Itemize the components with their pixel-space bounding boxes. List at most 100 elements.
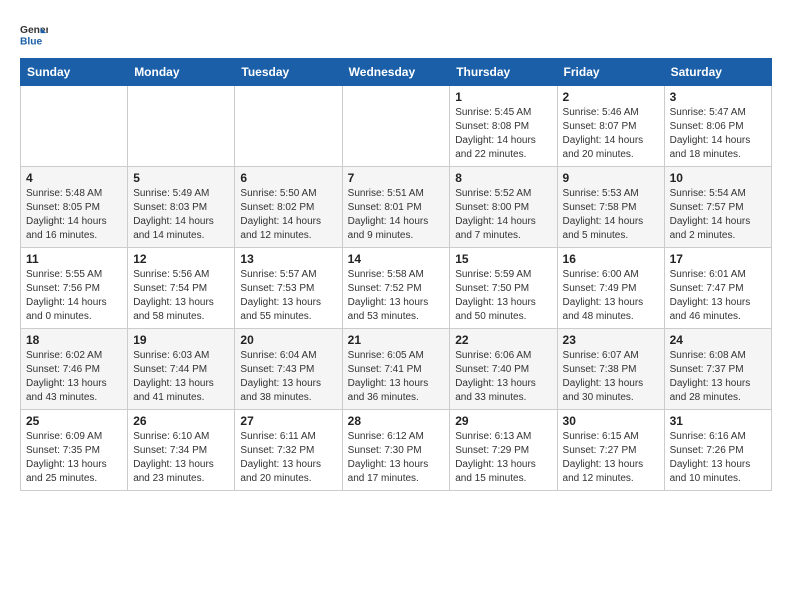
day-number: 5 (133, 171, 229, 185)
day-cell: 15 Sunrise: 5:59 AM Sunset: 7:50 PM Dayli… (450, 248, 557, 329)
day-cell: 10Sunrise: 5:54 AM Sunset: 7:57 PM Dayli… (664, 167, 771, 248)
weekday-header-friday: Friday (557, 59, 664, 86)
day-info: Sunrise: 6:16 AM Sunset: 7:26 PM Dayligh… (670, 430, 766, 486)
day-cell: 11 Sunrise: 5:55 AM Sunset: 7:56 PM Dayli… (21, 248, 128, 329)
day-info: Sunrise: 5:45 AM Sunset: 8:08 PM Dayligh… (455, 106, 551, 162)
day-info: Sunrise: 6:05 AM Sunset: 7:41 PM Dayligh… (348, 349, 445, 405)
day-cell: 19Sunrise: 6:03 AM Sunset: 7:44 PM Dayli… (128, 329, 235, 410)
week-row-1: 1 Sunrise: 5:45 AM Sunset: 8:08 PM Daylig… (21, 86, 772, 167)
day-cell: 28 Sunrise: 6:12 AM Sunset: 7:30 PM Dayli… (342, 410, 450, 491)
weekday-header-row: SundayMondayTuesdayWednesdayThursdayFrid… (21, 59, 772, 86)
day-number: 16 (563, 252, 659, 266)
svg-text:Blue: Blue (20, 36, 43, 47)
day-info: Sunrise: 5:53 AM Sunset: 7:58 PM Dayligh… (563, 187, 659, 243)
day-cell: 1 Sunrise: 5:45 AM Sunset: 8:08 PM Daylig… (450, 86, 557, 167)
week-row-2: 4Sunrise: 5:48 AM Sunset: 8:05 PM Daylig… (21, 167, 772, 248)
day-cell: 16 Sunrise: 6:00 AM Sunset: 7:49 PM Dayli… (557, 248, 664, 329)
day-cell (21, 86, 128, 167)
day-number: 12 (133, 252, 229, 266)
day-number: 31 (670, 414, 766, 428)
week-row-4: 18Sunrise: 6:02 AM Sunset: 7:46 PM Dayli… (21, 329, 772, 410)
day-number: 21 (348, 333, 445, 347)
day-cell: 12 Sunrise: 5:56 AM Sunset: 7:54 PM Dayli… (128, 248, 235, 329)
day-number: 15 (455, 252, 551, 266)
day-cell: 17Sunrise: 6:01 AM Sunset: 7:47 PM Dayli… (664, 248, 771, 329)
day-number: 28 (348, 414, 445, 428)
day-number: 9 (563, 171, 659, 185)
day-cell: 29 Sunrise: 6:13 AM Sunset: 7:29 PM Dayli… (450, 410, 557, 491)
weekday-header-thursday: Thursday (450, 59, 557, 86)
day-number: 20 (240, 333, 336, 347)
day-info: Sunrise: 6:13 AM Sunset: 7:29 PM Dayligh… (455, 430, 551, 486)
day-cell (342, 86, 450, 167)
day-number: 27 (240, 414, 336, 428)
day-number: 2 (563, 90, 659, 104)
day-cell: 22Sunrise: 6:06 AM Sunset: 7:40 PM Dayli… (450, 329, 557, 410)
day-info: Sunrise: 6:01 AM Sunset: 7:47 PM Dayligh… (670, 268, 766, 324)
day-cell: 14 Sunrise: 5:58 AM Sunset: 7:52 PM Dayli… (342, 248, 450, 329)
logo: General Blue (20, 20, 48, 48)
weekday-header-saturday: Saturday (664, 59, 771, 86)
day-info: Sunrise: 6:00 AM Sunset: 7:49 PM Dayligh… (563, 268, 659, 324)
day-number: 25 (26, 414, 122, 428)
day-info: Sunrise: 6:07 AM Sunset: 7:38 PM Dayligh… (563, 349, 659, 405)
day-info: Sunrise: 6:10 AM Sunset: 7:34 PM Dayligh… (133, 430, 229, 486)
day-info: Sunrise: 6:08 AM Sunset: 7:37 PM Dayligh… (670, 349, 766, 405)
day-info: Sunrise: 6:12 AM Sunset: 7:30 PM Dayligh… (348, 430, 445, 486)
day-number: 30 (563, 414, 659, 428)
day-info: Sunrise: 5:49 AM Sunset: 8:03 PM Dayligh… (133, 187, 229, 243)
day-cell (235, 86, 342, 167)
logo-icon: General Blue (20, 20, 48, 48)
day-number: 14 (348, 252, 445, 266)
day-cell: 2 Sunrise: 5:46 AM Sunset: 8:07 PM Daylig… (557, 86, 664, 167)
day-number: 3 (670, 90, 766, 104)
day-number: 24 (670, 333, 766, 347)
day-number: 4 (26, 171, 122, 185)
day-cell: 30 Sunrise: 6:15 AM Sunset: 7:27 PM Dayli… (557, 410, 664, 491)
day-cell: 24 Sunrise: 6:08 AM Sunset: 7:37 PM Dayli… (664, 329, 771, 410)
week-row-5: 25 Sunrise: 6:09 AM Sunset: 7:35 PM Dayli… (21, 410, 772, 491)
day-number: 13 (240, 252, 336, 266)
day-cell: 26Sunrise: 6:10 AM Sunset: 7:34 PM Dayli… (128, 410, 235, 491)
day-info: Sunrise: 5:56 AM Sunset: 7:54 PM Dayligh… (133, 268, 229, 324)
day-info: Sunrise: 5:57 AM Sunset: 7:53 PM Dayligh… (240, 268, 336, 324)
day-info: Sunrise: 6:11 AM Sunset: 7:32 PM Dayligh… (240, 430, 336, 486)
day-info: Sunrise: 5:47 AM Sunset: 8:06 PM Dayligh… (670, 106, 766, 162)
day-info: Sunrise: 5:50 AM Sunset: 8:02 PM Dayligh… (240, 187, 336, 243)
day-cell: 8 Sunrise: 5:52 AM Sunset: 8:00 PM Daylig… (450, 167, 557, 248)
week-row-3: 11 Sunrise: 5:55 AM Sunset: 7:56 PM Dayli… (21, 248, 772, 329)
day-cell: 27 Sunrise: 6:11 AM Sunset: 7:32 PM Dayli… (235, 410, 342, 491)
day-info: Sunrise: 5:59 AM Sunset: 7:50 PM Dayligh… (455, 268, 551, 324)
day-info: Sunrise: 6:09 AM Sunset: 7:35 PM Dayligh… (26, 430, 122, 486)
day-info: Sunrise: 6:15 AM Sunset: 7:27 PM Dayligh… (563, 430, 659, 486)
day-cell: 4Sunrise: 5:48 AM Sunset: 8:05 PM Daylig… (21, 167, 128, 248)
day-number: 11 (26, 252, 122, 266)
day-cell: 7Sunrise: 5:51 AM Sunset: 8:01 PM Daylig… (342, 167, 450, 248)
day-info: Sunrise: 5:58 AM Sunset: 7:52 PM Dayligh… (348, 268, 445, 324)
day-info: Sunrise: 5:52 AM Sunset: 8:00 PM Dayligh… (455, 187, 551, 243)
day-number: 23 (563, 333, 659, 347)
day-cell: 6 Sunrise: 5:50 AM Sunset: 8:02 PM Daylig… (235, 167, 342, 248)
weekday-header-monday: Monday (128, 59, 235, 86)
page-header: General Blue (20, 20, 772, 48)
day-cell: 5 Sunrise: 5:49 AM Sunset: 8:03 PM Daylig… (128, 167, 235, 248)
day-info: Sunrise: 6:02 AM Sunset: 7:46 PM Dayligh… (26, 349, 122, 405)
svg-text:General: General (20, 25, 48, 36)
day-cell: 21 Sunrise: 6:05 AM Sunset: 7:41 PM Dayli… (342, 329, 450, 410)
calendar: SundayMondayTuesdayWednesdayThursdayFrid… (20, 58, 772, 491)
day-info: Sunrise: 5:54 AM Sunset: 7:57 PM Dayligh… (670, 187, 766, 243)
day-cell: 20Sunrise: 6:04 AM Sunset: 7:43 PM Dayli… (235, 329, 342, 410)
day-info: Sunrise: 5:55 AM Sunset: 7:56 PM Dayligh… (26, 268, 122, 324)
day-info: Sunrise: 5:46 AM Sunset: 8:07 PM Dayligh… (563, 106, 659, 162)
day-number: 6 (240, 171, 336, 185)
weekday-header-wednesday: Wednesday (342, 59, 450, 86)
day-number: 7 (348, 171, 445, 185)
day-cell: 25 Sunrise: 6:09 AM Sunset: 7:35 PM Dayli… (21, 410, 128, 491)
weekday-header-sunday: Sunday (21, 59, 128, 86)
day-cell: 18Sunrise: 6:02 AM Sunset: 7:46 PM Dayli… (21, 329, 128, 410)
weekday-header-tuesday: Tuesday (235, 59, 342, 86)
day-number: 29 (455, 414, 551, 428)
day-cell: 23 Sunrise: 6:07 AM Sunset: 7:38 PM Dayli… (557, 329, 664, 410)
day-number: 8 (455, 171, 551, 185)
day-number: 1 (455, 90, 551, 104)
